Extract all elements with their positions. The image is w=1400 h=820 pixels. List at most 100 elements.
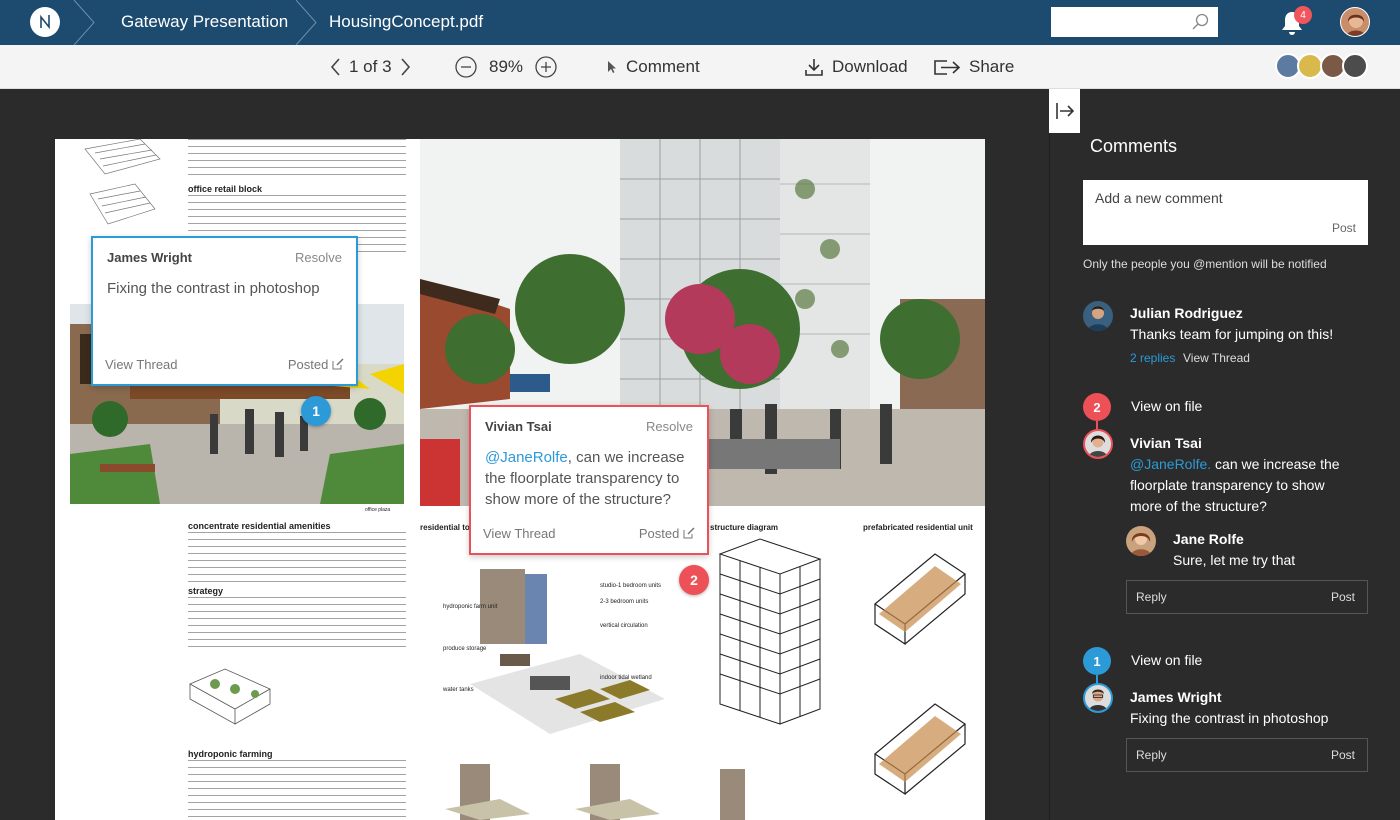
- reply-placeholder: Reply: [1136, 748, 1167, 762]
- new-comment-placeholder: Add a new comment: [1095, 190, 1223, 206]
- share-label: Share: [969, 57, 1015, 76]
- comment-author: Vivian Tsai: [1130, 435, 1202, 451]
- document-toolbar: 1 of 3 89% Comment Download Share: [0, 45, 1400, 89]
- comment-author: James Wright: [1130, 689, 1222, 705]
- diagram-title-structure: structure diagram: [710, 523, 779, 532]
- posted-status: Posted: [639, 526, 695, 541]
- popup-body: @JaneRolfe, can we increase the floorpla…: [485, 447, 695, 510]
- posted-label: Posted: [287, 357, 329, 372]
- breadcrumb-file: HousingConcept.pdf: [329, 12, 484, 31]
- comment-popup-vivian[interactable]: Vivian Tsai Resolve @JaneRolfe, can we i…: [469, 405, 709, 555]
- popup-author: Vivian Tsai: [485, 419, 552, 434]
- view-thread-link[interactable]: View Thread: [105, 357, 178, 372]
- download-button[interactable]: Download: [804, 57, 908, 77]
- reply-input[interactable]: Reply Post: [1126, 580, 1368, 614]
- page-indicator: 1 of 3: [349, 57, 392, 76]
- body-text-block: [188, 532, 406, 582]
- thread-pin-2[interactable]: 2: [1083, 393, 1111, 421]
- mention-link[interactable]: @JaneRolfe.: [1130, 456, 1211, 472]
- comment-author: Julian Rodriguez: [1130, 305, 1243, 321]
- collaborator-avatar[interactable]: [1342, 53, 1368, 79]
- view-thread-link[interactable]: View Thread: [1183, 351, 1250, 365]
- download-icon: [805, 59, 823, 76]
- cursor-arrow-icon: [608, 61, 616, 73]
- body-text-block: [188, 597, 406, 652]
- post-reply-button[interactable]: Post: [1331, 590, 1355, 604]
- view-on-file-link[interactable]: View on file: [1131, 396, 1202, 417]
- comment-body: Thanks team for jumping on this!: [1130, 326, 1334, 342]
- user-avatar[interactable]: [1340, 7, 1370, 37]
- zoom-in-icon[interactable]: [535, 56, 557, 78]
- logo-mark-icon: [40, 14, 50, 30]
- mention-notice: Only the people you @mention will be not…: [1083, 257, 1327, 271]
- label-water-tanks: water tanks: [443, 687, 474, 693]
- thread-pin-1[interactable]: 1: [1083, 647, 1111, 675]
- collapse-panel-button[interactable]: [1049, 89, 1080, 133]
- panel-title: Comments: [1090, 136, 1178, 156]
- share-button[interactable]: Share: [933, 57, 1014, 77]
- avatar: [1126, 526, 1156, 556]
- body-text-block: [188, 139, 406, 179]
- comment-popup-james[interactable]: James Wright Resolve Fixing the contrast…: [91, 236, 358, 386]
- caption-office-plaza: office plaza: [365, 507, 391, 513]
- page-navigator: 1 of 3: [329, 57, 412, 77]
- comment-body: @JaneRolfe. can we increase the floorpla…: [1130, 454, 1360, 517]
- breadcrumb-separator-icon: [295, 0, 317, 45]
- post-comment-button[interactable]: Post: [1332, 221, 1356, 235]
- comments-panel: Comments Add a new comment Post Only the…: [1049, 89, 1400, 820]
- app-logo[interactable]: [30, 7, 60, 37]
- collapse-panel-icon: [1055, 103, 1074, 119]
- post-reply-button[interactable]: Post: [1331, 748, 1355, 762]
- diagram-title-residential-tower: residential tow: [420, 523, 477, 532]
- label-bedroom-units: 2-3 bedroom units: [600, 599, 649, 605]
- posted-status: Posted: [288, 357, 344, 372]
- zoom-out-icon[interactable]: [455, 56, 477, 78]
- reply-input[interactable]: Reply Post: [1126, 738, 1368, 772]
- resolve-button[interactable]: Resolve: [295, 250, 342, 265]
- new-comment-input[interactable]: Add a new comment Post: [1083, 180, 1368, 245]
- chevron-right-icon[interactable]: [400, 57, 412, 77]
- popup-author: James Wright: [107, 250, 193, 265]
- mention-link[interactable]: @JaneRolfe: [485, 449, 568, 466]
- avatar: [1083, 683, 1113, 713]
- label-hydroponic-farm: hydroponic farm unit: [443, 604, 498, 610]
- view-thread-link[interactable]: View Thread: [483, 526, 556, 541]
- comment-tool-label: Comment: [626, 57, 700, 76]
- breadcrumb-separator-icon: [73, 0, 95, 45]
- search-input[interactable]: [1051, 7, 1218, 37]
- floorplan-sketch: [84, 139, 161, 225]
- greenhouse-sketch: [189, 668, 271, 725]
- reply-placeholder: Reply: [1136, 590, 1167, 604]
- breadcrumb-project[interactable]: Gateway Presentation: [121, 12, 288, 32]
- download-label: Download: [832, 57, 908, 76]
- tower-variant-diagrams: [445, 764, 745, 820]
- edit-icon[interactable]: [683, 527, 695, 539]
- replies-count-link[interactable]: 2 replies: [1130, 351, 1175, 365]
- zoom-level: 89%: [489, 57, 524, 76]
- resolve-button[interactable]: Resolve: [646, 419, 693, 434]
- reply-author: Jane Rolfe: [1173, 531, 1244, 547]
- avatar: [1083, 301, 1113, 331]
- search-icon[interactable]: [1191, 13, 1209, 31]
- comment-pin-1[interactable]: 1: [301, 396, 331, 426]
- notification-badge: 4: [1294, 6, 1312, 24]
- zoom-control: 89%: [455, 56, 557, 78]
- reply-body: Sure, let me try that: [1173, 552, 1296, 568]
- comment-pin-2[interactable]: 2: [679, 565, 709, 595]
- diagram-title-prefab: prefabricated residential unit: [863, 523, 973, 532]
- popup-body: Fixing the contrast in photoshop: [107, 280, 320, 297]
- comment-tool-button[interactable]: Comment: [606, 57, 700, 77]
- label-produce-storage: produce storage: [443, 646, 487, 652]
- label-studio-units: studio-1 bedroom units: [600, 583, 662, 589]
- body-text-block: [188, 760, 406, 820]
- comment-body: Fixing the contrast in photoshop: [1130, 710, 1329, 726]
- top-nav: Gateway Presentation HousingConcept.pdf …: [0, 0, 1400, 45]
- chevron-left-icon[interactable]: [329, 57, 341, 77]
- label-vertical-circulation: vertical circulation: [600, 623, 648, 629]
- edit-icon[interactable]: [332, 358, 344, 370]
- prefab-unit-diagram: [873, 553, 967, 796]
- label-tidal-wetland: indoor tidal wetland: [600, 675, 652, 681]
- avatar: [1083, 429, 1113, 459]
- view-on-file-link[interactable]: View on file: [1131, 650, 1202, 671]
- share-icon: [934, 60, 961, 75]
